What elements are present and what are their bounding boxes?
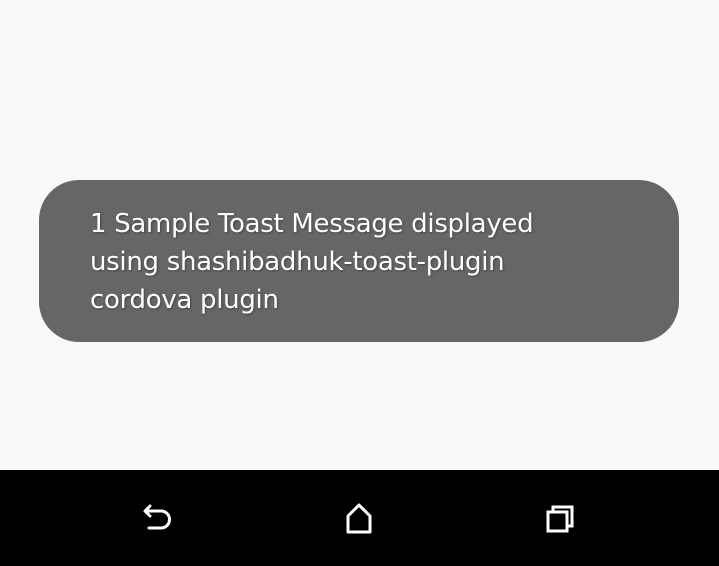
recents-icon xyxy=(546,505,574,533)
home-icon xyxy=(346,503,372,534)
toast-text: 1 Sample Toast Message displayed using s… xyxy=(90,209,534,315)
home-button[interactable] xyxy=(335,494,383,542)
recents-button[interactable] xyxy=(535,494,583,542)
toast-message: 1 Sample Toast Message displayed using s… xyxy=(39,180,679,342)
back-icon xyxy=(143,504,171,530)
navigation-bar xyxy=(0,470,719,566)
app-screen: 1 Sample Toast Message displayed using s… xyxy=(0,0,719,470)
back-button[interactable] xyxy=(134,494,182,542)
